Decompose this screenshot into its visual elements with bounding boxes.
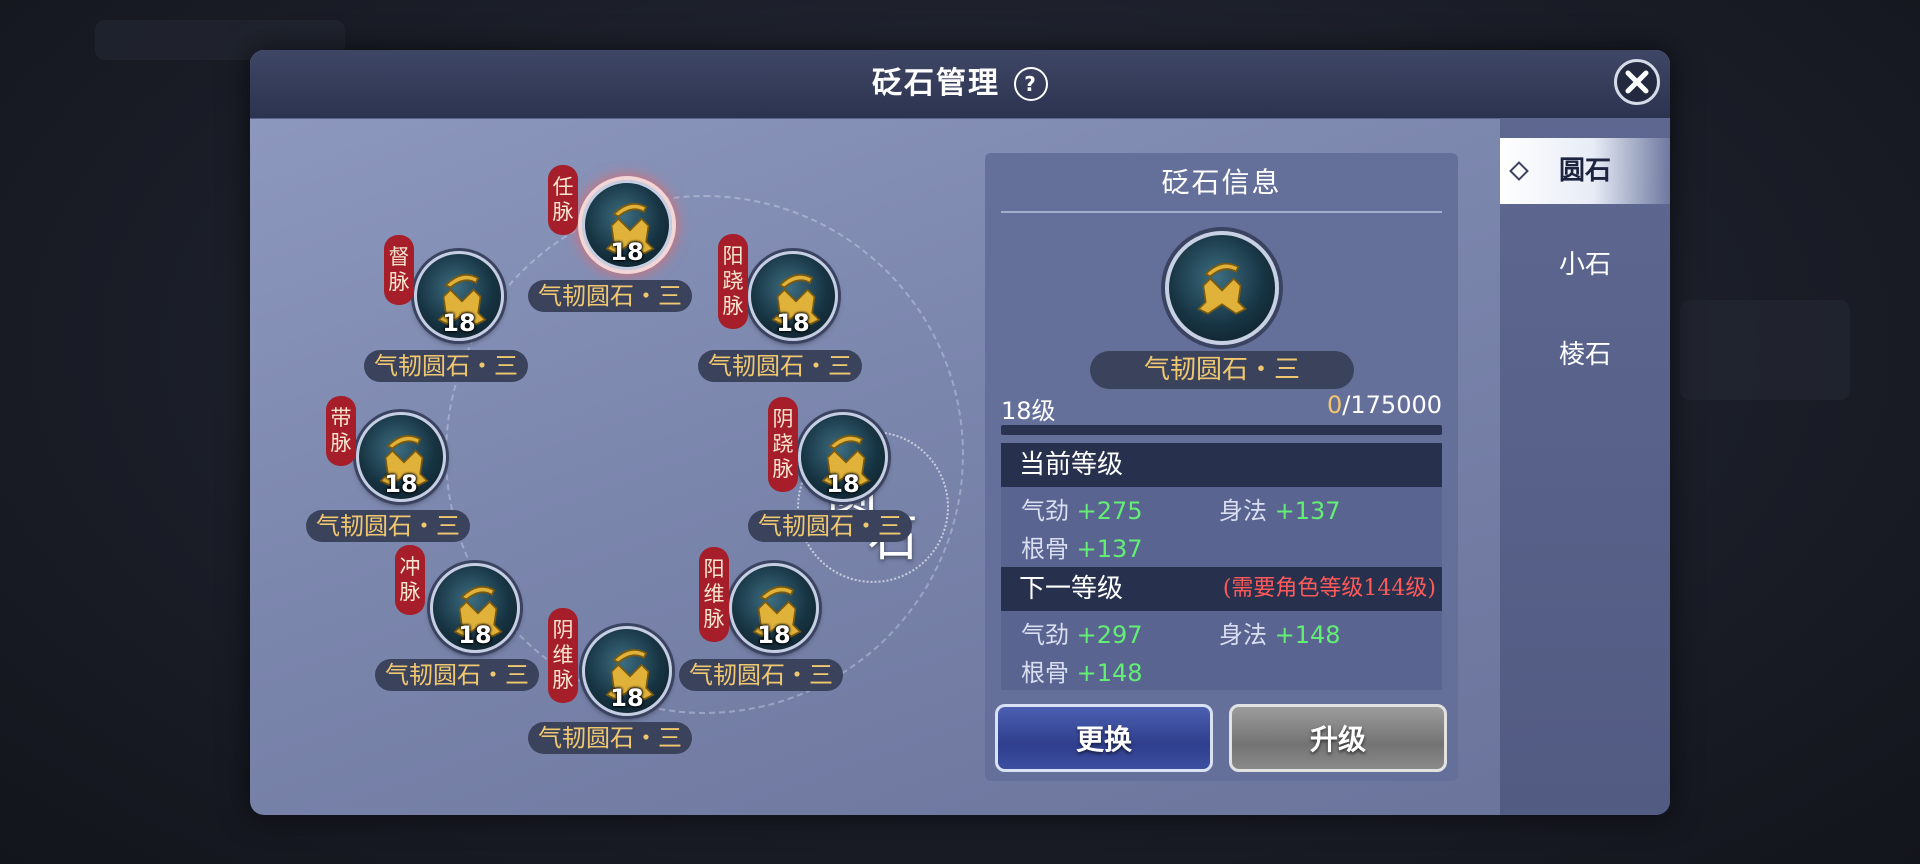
stone-name-label: 气韧圆石・三 [698, 350, 862, 382]
exp-current: 0 [1327, 391, 1343, 419]
next-stat-gengu: 根骨 +148 [1021, 653, 1143, 688]
help-icon[interactable]: ? [1014, 67, 1048, 101]
meridian-tag: 阳维脉 [699, 547, 729, 642]
level-requirement: (需要角色等级144级) [1222, 576, 1436, 601]
stat-label: 根骨 [1021, 535, 1069, 563]
current-stat-shenfa: 身法 +137 [1219, 491, 1341, 526]
tab-small-stone[interactable]: 小石 [1500, 232, 1670, 298]
stat-value: +137 [1076, 535, 1143, 563]
category-tabs: 圆石 小石 棱石 [1500, 118, 1670, 815]
background-panel [1680, 300, 1850, 400]
stone-level-badge: 18 [442, 309, 476, 337]
tab-round-stone[interactable]: 圆石 [1500, 138, 1670, 204]
stone-slot[interactable]: 18 [582, 626, 672, 716]
meridian-tag: 督脉 [384, 235, 414, 305]
stat-value: +148 [1076, 659, 1143, 687]
dialog-title-text: 砭石管理 [872, 66, 1000, 101]
stone-slot[interactable]: 18 [414, 251, 504, 341]
stone-name: 气韧圆石・三 [1090, 351, 1354, 389]
stat-label: 身法 [1219, 497, 1267, 525]
stone-name-label: 气韧圆石・三 [375, 659, 539, 691]
current-stat-gengu: 根骨 +137 [1021, 529, 1143, 564]
meridian-tag: 带脉 [326, 396, 356, 466]
tab-label: 圆石 [1558, 156, 1611, 186]
stat-value: +297 [1076, 621, 1143, 649]
stone-level-badge: 18 [826, 470, 860, 498]
stone-level-badge: 18 [776, 309, 810, 337]
stat-value: +275 [1076, 497, 1143, 525]
tab-label: 小石 [1558, 250, 1611, 280]
selected-diamond-icon [1509, 161, 1529, 181]
dialog-title: 砭石管理 ? [250, 50, 1670, 118]
divider [1001, 211, 1442, 213]
stats-box: 当前等级 气劲 +275 身法 +137 根骨 +137 下一等级 (需要角色等… [1001, 443, 1442, 690]
stone-management-dialog: 砭石管理 ? 圆 石 18任脉气韧圆石・三18阳跷脉气韧圆石・三18阴跷脉气韧圆… [250, 50, 1670, 815]
stat-label: 根骨 [1021, 659, 1069, 687]
meridian-tag: 任脉 [548, 165, 578, 235]
stone-info-panel: 砭石信息 气韧圆石・三 18级 0/175000 当前等级 气劲 +275 身法… [985, 153, 1458, 781]
stone-slot[interactable]: 18 [356, 412, 446, 502]
stone-name-label: 气韧圆石・三 [679, 659, 843, 691]
stat-label: 气劲 [1021, 497, 1069, 525]
stone-slot[interactable]: 18 [582, 180, 672, 270]
stat-label: 气劲 [1021, 621, 1069, 649]
swap-button[interactable]: 更换 [995, 704, 1213, 772]
title-bar: 砭石管理 ? [250, 50, 1670, 119]
stone-slot[interactable]: 18 [430, 563, 520, 653]
stone-level-badge: 18 [458, 621, 492, 649]
stone-level-badge: 18 [610, 684, 644, 712]
stone-name-label: 气韧圆石・三 [306, 510, 470, 542]
stone-name-label: 气韧圆石・三 [528, 280, 692, 312]
upgrade-button[interactable]: 升级 [1229, 704, 1447, 772]
next-stat-shenfa: 身法 +148 [1219, 615, 1341, 650]
meridian-tag: 阴维脉 [548, 608, 578, 703]
stone-slot[interactable]: 18 [729, 563, 819, 653]
stat-value: +148 [1274, 621, 1341, 649]
exp-readout: 0/175000 [1327, 391, 1442, 419]
stone-level: 18级 [1001, 397, 1056, 425]
next-level-header: 下一等级 (需要角色等级144级) [1001, 567, 1442, 611]
tab-prism-stone[interactable]: 棱石 [1500, 322, 1670, 388]
stone-preview-icon [1165, 231, 1279, 345]
next-level-label: 下一等级 [1019, 574, 1124, 604]
current-level-header: 当前等级 [1001, 443, 1442, 487]
next-stat-qijin: 气劲 +297 [1021, 615, 1143, 650]
stone-level-badge: 18 [384, 470, 418, 498]
meridian-tag: 阴跷脉 [768, 397, 798, 492]
stone-name-label: 气韧圆石・三 [528, 722, 692, 754]
exp-progress-bar [1001, 425, 1442, 435]
exp-max: /175000 [1342, 391, 1442, 419]
meridian-tag: 冲脉 [395, 545, 425, 615]
stone-level-badge: 18 [757, 621, 791, 649]
stat-label: 身法 [1219, 621, 1267, 649]
stone-name-label: 气韧圆石・三 [748, 510, 912, 542]
current-stat-qijin: 气劲 +275 [1021, 491, 1143, 526]
stone-name-label: 气韧圆石・三 [364, 350, 528, 382]
current-level-label: 当前等级 [1019, 450, 1124, 480]
close-icon[interactable] [1614, 59, 1660, 105]
stat-value: +137 [1274, 497, 1341, 525]
stone-slot[interactable]: 18 [748, 251, 838, 341]
stone-slot[interactable]: 18 [798, 412, 888, 502]
meridian-tag: 阳跷脉 [718, 234, 748, 329]
info-title: 砭石信息 [1161, 166, 1282, 199]
stone-level-badge: 18 [610, 238, 644, 266]
tab-label: 棱石 [1558, 340, 1611, 370]
